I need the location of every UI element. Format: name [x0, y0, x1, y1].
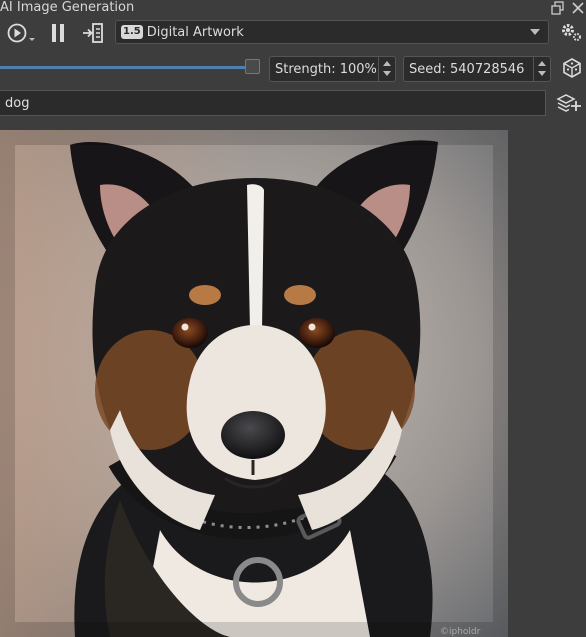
float-window-icon[interactable]: [551, 1, 565, 15]
generate-button[interactable]: [5, 21, 37, 45]
add-layers-icon: [556, 94, 581, 112]
close-icon[interactable]: [571, 1, 585, 15]
pause-button[interactable]: [46, 21, 70, 45]
prompt-input[interactable]: [3, 94, 537, 112]
settings-button[interactable]: [559, 21, 583, 43]
queue-icon: [83, 23, 103, 43]
dice-icon: [563, 58, 581, 78]
strength-label: Strength: 100%: [275, 61, 377, 77]
seed-label: Seed: 540728546: [409, 61, 525, 77]
window-title: AI Image Generation: [0, 0, 135, 15]
style-select-value: Digital Artwork: [146, 24, 244, 40]
strength-stepper[interactable]: [378, 57, 395, 81]
title-bar: AI Image Generation: [0, 0, 586, 16]
strength-spinbox[interactable]: Strength: 100%: [269, 56, 396, 82]
seed-stepper[interactable]: [533, 57, 550, 81]
strength-slider-track[interactable]: [0, 66, 246, 69]
dog-portrait-image: ©ipholdr: [0, 130, 508, 637]
play-icon: [7, 23, 35, 43]
watermark-text: ©ipholdr: [440, 627, 481, 637]
style-select[interactable]: 1.5 Digital Artwork: [115, 20, 549, 44]
gear-icon: [562, 24, 581, 41]
seed-spinbox[interactable]: Seed: 540728546: [403, 56, 551, 82]
pause-icon: [52, 24, 64, 42]
random-seed-button[interactable]: [561, 57, 583, 79]
add-region-button[interactable]: [556, 91, 584, 115]
strength-slider-handle[interactable]: [245, 59, 260, 74]
chevron-down-icon: [530, 29, 540, 35]
prompt-field[interactable]: [0, 90, 546, 116]
queue-button[interactable]: [80, 21, 106, 45]
result-image[interactable]: ©ipholdr: [0, 130, 508, 637]
style-version-badge: 1.5: [121, 25, 143, 39]
